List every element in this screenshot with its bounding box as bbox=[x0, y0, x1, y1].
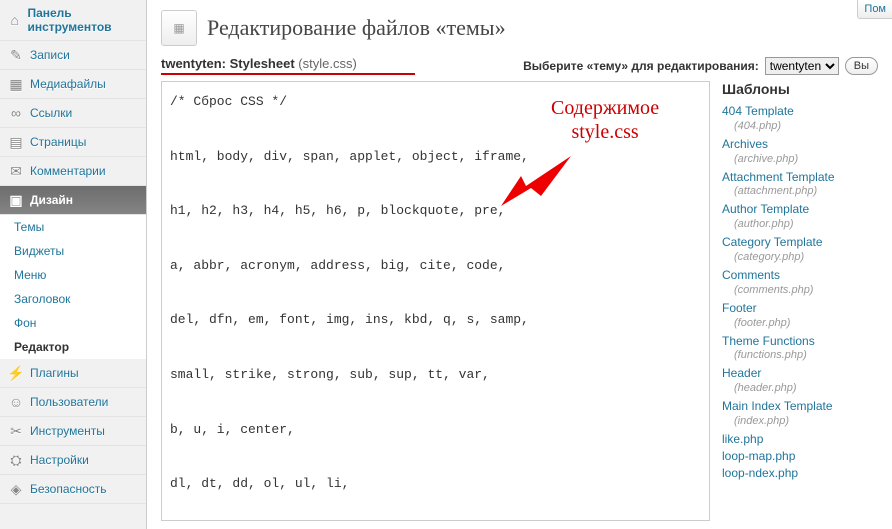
media-icon: ▦ bbox=[8, 76, 24, 92]
users-icon: ☺ bbox=[8, 394, 24, 410]
submenu-widgets[interactable]: Виджеты bbox=[0, 239, 146, 263]
submenu-themes[interactable]: Темы bbox=[0, 215, 146, 239]
shield-icon: ◈ bbox=[8, 481, 24, 497]
plugin-icon: ⚡ bbox=[8, 365, 24, 381]
sidebar-item-links[interactable]: ∞Ссылки bbox=[0, 99, 146, 128]
template-link[interactable]: loop-ndex.php bbox=[722, 465, 878, 482]
page-header-icon: ▦ bbox=[161, 10, 197, 46]
sidebar-submenu-appearance: Темы Виджеты Меню Заголовок Фон Редактор bbox=[0, 215, 146, 359]
template-link[interactable]: Category Template bbox=[722, 234, 878, 251]
main-content: Пом ▦ Редактирование файлов «темы» twent… bbox=[147, 0, 892, 529]
annotation-underline bbox=[161, 73, 415, 75]
template-link[interactable]: Archives bbox=[722, 136, 878, 153]
template-link[interactable]: Attachment Template bbox=[722, 169, 878, 186]
submenu-background[interactable]: Фон bbox=[0, 311, 146, 335]
help-tab[interactable]: Пом bbox=[857, 0, 892, 19]
admin-sidebar: ⌂Панель инструментов ✎Записи ▦Медиафайлы… bbox=[0, 0, 147, 529]
comment-icon: ✉ bbox=[8, 163, 24, 179]
template-filename: (author.php) bbox=[722, 218, 878, 230]
page-title: Редактирование файлов «темы» bbox=[207, 15, 506, 41]
template-filename: (index.php) bbox=[722, 415, 878, 427]
sidebar-item-dashboard[interactable]: ⌂Панель инструментов bbox=[0, 0, 146, 41]
sidebar-item-tools[interactable]: ✂Инструменты bbox=[0, 417, 146, 446]
theme-select[interactable]: twentyten bbox=[765, 57, 839, 75]
tools-icon: ✂ bbox=[8, 423, 24, 439]
home-icon: ⌂ bbox=[8, 12, 21, 28]
template-filename: (archive.php) bbox=[722, 153, 878, 165]
appearance-icon: ▣ bbox=[8, 192, 24, 208]
theme-select-button[interactable]: Вы bbox=[845, 57, 878, 75]
sidebar-item-users[interactable]: ☺Пользователи bbox=[0, 388, 146, 417]
templates-panel: Шаблоны 404 Template(404.php) Archives(ar… bbox=[722, 81, 878, 524]
sidebar-item-media[interactable]: ▦Медиафайлы bbox=[0, 70, 146, 99]
template-filename: (footer.php) bbox=[722, 317, 878, 329]
sidebar-item-pages[interactable]: ▤Страницы bbox=[0, 128, 146, 157]
link-icon: ∞ bbox=[8, 105, 24, 121]
template-filename: (category.php) bbox=[722, 251, 878, 263]
template-filename: (header.php) bbox=[722, 382, 878, 394]
sidebar-item-comments[interactable]: ✉Комментарии bbox=[0, 157, 146, 186]
template-link[interactable]: Author Template bbox=[722, 201, 878, 218]
submenu-editor[interactable]: Редактор bbox=[0, 335, 146, 359]
sidebar-item-plugins[interactable]: ⚡Плагины bbox=[0, 359, 146, 388]
pin-icon: ✎ bbox=[8, 47, 24, 63]
template-link[interactable]: loop-map.php bbox=[722, 448, 878, 465]
template-filename: (comments.php) bbox=[722, 284, 878, 296]
template-filename: (404.php) bbox=[722, 120, 878, 132]
template-link[interactable]: like.php bbox=[722, 431, 878, 448]
template-link[interactable]: Footer bbox=[722, 300, 878, 317]
submenu-header[interactable]: Заголовок bbox=[0, 287, 146, 311]
template-link[interactable]: Theme Functions bbox=[722, 333, 878, 350]
sidebar-item-settings[interactable]: ⛭Настройки bbox=[0, 446, 146, 475]
page-icon: ▤ bbox=[8, 134, 24, 150]
code-editor[interactable]: /* Сброс CSS */ html, body, div, span, a… bbox=[161, 81, 710, 521]
template-link[interactable]: Header bbox=[722, 365, 878, 382]
submenu-menus[interactable]: Меню bbox=[0, 263, 146, 287]
templates-title: Шаблоны bbox=[722, 81, 878, 97]
sidebar-item-appearance[interactable]: ▣Дизайн bbox=[0, 186, 146, 215]
template-link[interactable]: 404 Template bbox=[722, 103, 878, 120]
template-filename: (attachment.php) bbox=[722, 185, 878, 197]
settings-icon: ⛭ bbox=[8, 452, 24, 468]
template-link[interactable]: Comments bbox=[722, 267, 878, 284]
current-file-label: twentyten: Stylesheet (style.css) bbox=[161, 56, 415, 71]
template-filename: (functions.php) bbox=[722, 349, 878, 361]
theme-selector-label: Выберите «тему» для редактирования: bbox=[523, 59, 759, 73]
sidebar-item-posts[interactable]: ✎Записи bbox=[0, 41, 146, 70]
template-link[interactable]: Main Index Template bbox=[722, 398, 878, 415]
theme-selector-row: Выберите «тему» для редактирования: twen… bbox=[523, 57, 878, 75]
sidebar-item-security[interactable]: ◈Безопасность bbox=[0, 475, 146, 504]
